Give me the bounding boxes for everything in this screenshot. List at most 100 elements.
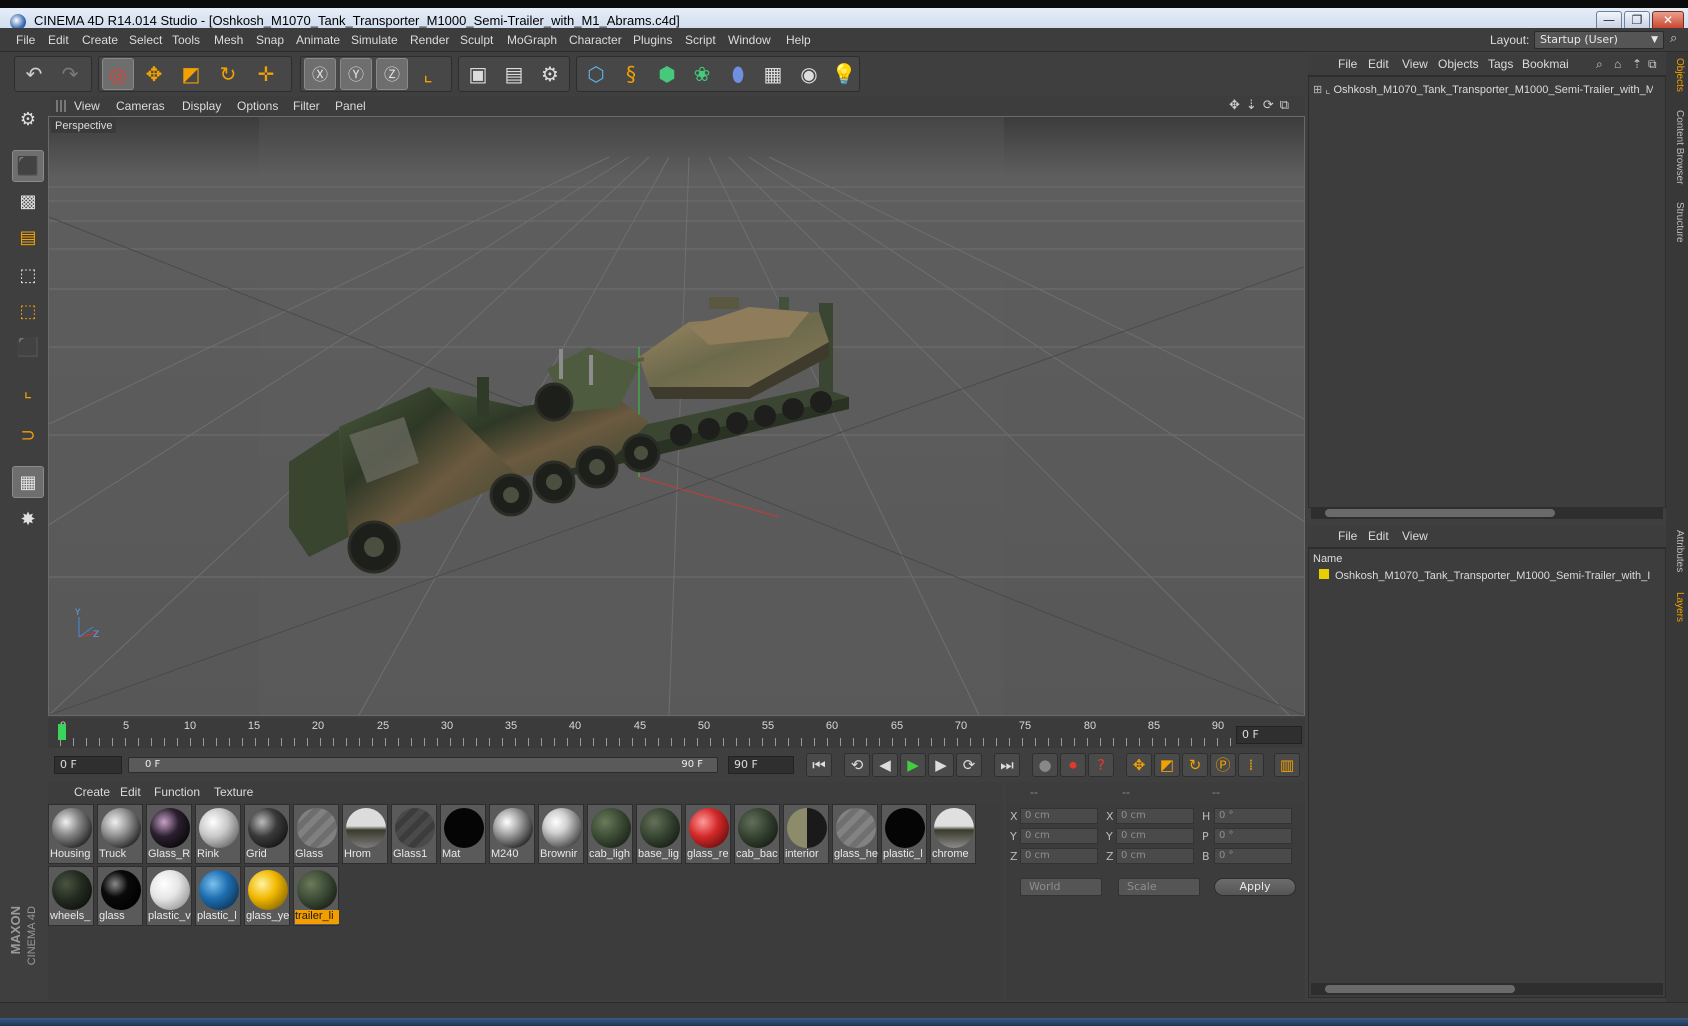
layers-menu-edit[interactable]: Edit xyxy=(1368,529,1389,543)
light-icon[interactable]: 💡 xyxy=(828,58,860,90)
material-interior[interactable]: interior xyxy=(783,804,829,864)
material-menu-create[interactable]: Create xyxy=(74,785,110,799)
apply-button[interactable]: Apply xyxy=(1214,878,1296,896)
keyframe-selection-icon[interactable]: ? xyxy=(1088,753,1114,777)
material-housing[interactable]: Housing xyxy=(48,804,94,864)
current-frame-field[interactable]: 0 F xyxy=(54,756,122,774)
viewport-menu-panel[interactable]: Panel xyxy=(335,99,366,113)
home-icon[interactable]: ⌂ xyxy=(1614,57,1621,71)
go-to-start-icon[interactable]: ⏮ xyxy=(806,753,832,777)
material-menu-function[interactable]: Function xyxy=(154,785,200,799)
z-axis-icon[interactable]: Ⓩ xyxy=(376,58,408,90)
objects-menu-file[interactable]: File xyxy=(1338,57,1357,71)
material-hrom[interactable]: Hrom xyxy=(342,804,388,864)
material-glass-head[interactable]: glass_he xyxy=(832,804,878,864)
spline-icon[interactable]: § xyxy=(615,58,647,90)
tab-objects[interactable]: Objects xyxy=(1669,58,1685,92)
menu-create[interactable]: Create xyxy=(82,33,118,47)
layout-select[interactable]: Startup (User) ▼ xyxy=(1534,31,1664,49)
material-glass1[interactable]: Glass1 xyxy=(391,804,437,864)
array-icon[interactable]: ❀ xyxy=(686,58,718,90)
tab-attributes[interactable]: Attributes xyxy=(1669,530,1685,572)
viewport-menu-options[interactable]: Options xyxy=(237,99,278,113)
edges-mode-icon[interactable]: ⬚ xyxy=(12,296,44,328)
position-x-field[interactable]: 0 cm xyxy=(1020,808,1098,824)
previous-frame-icon[interactable]: ◀ xyxy=(872,753,898,777)
position-z-field[interactable]: 0 cm xyxy=(1020,848,1098,864)
axis-mode-icon[interactable]: ⌞ xyxy=(12,376,44,408)
play-icon[interactable]: ▶ xyxy=(900,753,926,777)
layers-horizontal-scrollbar[interactable] xyxy=(1311,983,1663,995)
record-active-icon[interactable]: ● xyxy=(1032,753,1058,777)
layers-menu-file[interactable]: File xyxy=(1338,529,1357,543)
timeline-window-icon[interactable]: ▥ xyxy=(1274,753,1300,777)
material-browning[interactable]: Brownir xyxy=(538,804,584,864)
perspective-viewport[interactable]: Y Z Perspective xyxy=(48,116,1305,716)
timeline-ruler[interactable]: 0 5 10 15 20 25 30 35 40 45 50 55 60 65 … xyxy=(48,718,1305,748)
search-icon[interactable]: ⌕ xyxy=(1670,31,1686,49)
objects-menu-edit[interactable]: Edit xyxy=(1368,57,1389,71)
record-position-icon[interactable]: ✥ xyxy=(1126,753,1152,777)
menu-animate[interactable]: Animate xyxy=(296,33,340,47)
objects-menu-view[interactable]: View xyxy=(1402,57,1428,71)
position-y-field[interactable]: 0 cm xyxy=(1020,828,1098,844)
objects-horizontal-scrollbar[interactable] xyxy=(1311,507,1663,519)
tab-content-browser[interactable]: Content Browser xyxy=(1669,110,1685,184)
viewport-menu-cameras[interactable]: Cameras xyxy=(116,99,165,113)
material-menu-edit[interactable]: Edit xyxy=(120,785,141,799)
render-settings-icon[interactable]: ⚙ xyxy=(534,58,566,90)
polygons-mode-icon[interactable]: ⬛ xyxy=(12,332,44,364)
menu-tools[interactable]: Tools xyxy=(172,33,200,47)
size-x-field[interactable]: 0 cm xyxy=(1116,808,1194,824)
redo-icon[interactable]: ↷ xyxy=(54,58,86,90)
layer-row[interactable]: Oshkosh_M1070_Tank_Transporter_M1000_Sem… xyxy=(1319,569,1659,582)
scrollbar-thumb[interactable] xyxy=(1325,985,1515,993)
y-axis-icon[interactable]: Ⓨ xyxy=(340,58,372,90)
viewport-navigation-icons[interactable]: ✥⇣⟳⧉ xyxy=(1229,98,1295,113)
material-grid[interactable]: Grid xyxy=(244,804,290,864)
panel-grip-icon[interactable] xyxy=(56,100,68,112)
up-icon[interactable]: ⇡ xyxy=(1632,57,1642,71)
autokey-icon[interactable]: ⏺ xyxy=(1060,753,1086,777)
tab-structure[interactable]: Structure xyxy=(1669,202,1685,243)
material-cab-back[interactable]: cab_bac xyxy=(734,804,780,864)
menu-edit[interactable]: Edit xyxy=(48,33,69,47)
record-parameter-icon[interactable]: Ⓟ xyxy=(1210,753,1236,777)
go-to-end-icon[interactable]: ⏭ xyxy=(994,753,1020,777)
magnet-snap-icon[interactable]: ⊃ xyxy=(12,420,44,452)
texture-mode-icon[interactable]: ▩ xyxy=(12,186,44,218)
menu-render[interactable]: Render xyxy=(410,33,449,47)
material-chrome[interactable]: chrome xyxy=(930,804,976,864)
preview-range-slider[interactable]: 0 F 90 F xyxy=(128,757,718,773)
tab-layers[interactable]: Layers xyxy=(1669,592,1685,622)
viewport-menu-filter[interactable]: Filter xyxy=(293,99,320,113)
material-glass-yellow[interactable]: glass_ye xyxy=(244,866,290,926)
material-rink[interactable]: Rink xyxy=(195,804,241,864)
nurbs-icon[interactable]: ⬢ xyxy=(651,58,683,90)
material-glass[interactable]: Glass xyxy=(293,804,339,864)
points-mode-icon[interactable]: ⬚ xyxy=(12,260,44,292)
x-axis-icon[interactable]: Ⓧ xyxy=(304,58,336,90)
move-icon[interactable]: ✥ xyxy=(138,58,170,90)
material-trailer-light[interactable]: trailer_li xyxy=(293,866,339,926)
object-tree-root[interactable]: ⊞ ⌞ Oshkosh_M1070_Tank_Transporter_M1000… xyxy=(1313,83,1653,96)
render-view-icon[interactable]: ▣ xyxy=(462,58,494,90)
objects-menu-bookmarks[interactable]: Bookmai xyxy=(1522,57,1569,71)
make-editable-icon[interactable]: ⚙ xyxy=(12,104,44,136)
viewport-menu-view[interactable]: View xyxy=(74,99,100,113)
size-mode-select[interactable]: Scale xyxy=(1118,878,1200,896)
search-icon[interactable]: ⌕ xyxy=(1596,57,1603,72)
playhead[interactable] xyxy=(58,724,66,740)
material-mat[interactable]: Mat xyxy=(440,804,486,864)
rotation-p-field[interactable]: 0 ° xyxy=(1214,828,1292,844)
rotation-h-field[interactable]: 0 ° xyxy=(1214,808,1292,824)
workplane-lock-icon[interactable]: ▦ xyxy=(12,466,44,498)
objects-menu-objects[interactable]: Objects xyxy=(1438,57,1479,71)
rotate-icon[interactable]: ↻ xyxy=(212,58,244,90)
material-plastic-white[interactable]: plastic_v xyxy=(146,866,192,926)
new-window-icon[interactable]: ⧉ xyxy=(1648,57,1657,72)
material-wheels[interactable]: wheels_ xyxy=(48,866,94,926)
objects-menu-tags[interactable]: Tags xyxy=(1488,57,1513,71)
material-base-light[interactable]: base_lig xyxy=(636,804,682,864)
menu-plugins[interactable]: Plugins xyxy=(633,33,672,47)
